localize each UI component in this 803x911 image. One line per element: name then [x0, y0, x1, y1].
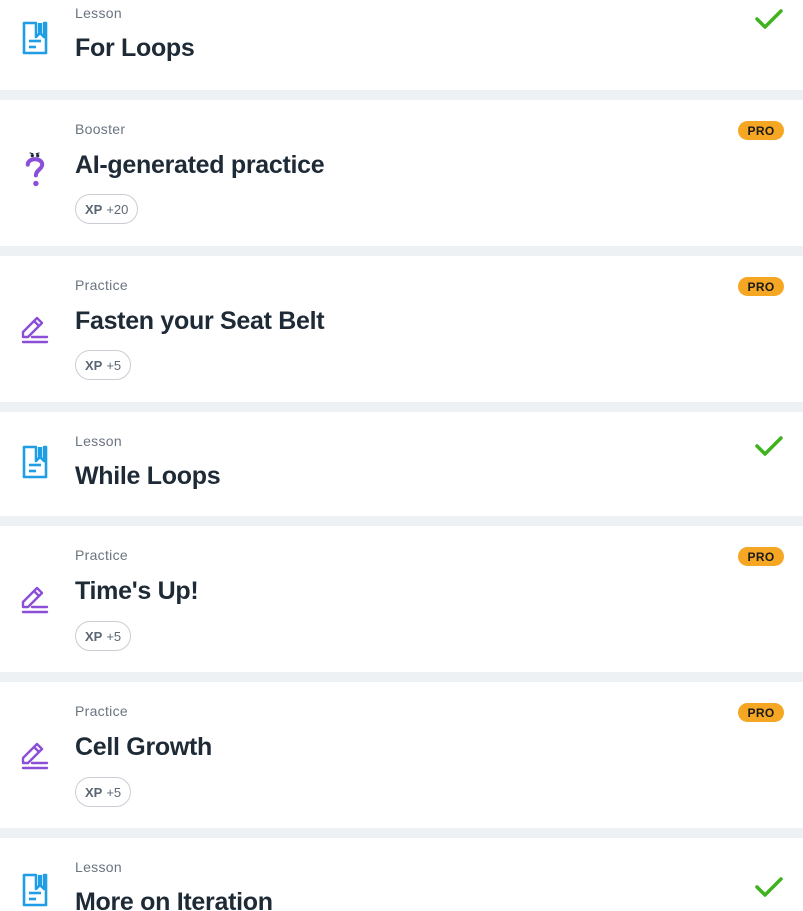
item-title: For Loops — [75, 34, 195, 62]
xp-badge: XP +20 — [75, 194, 139, 224]
pro-badge: PRO — [738, 703, 784, 722]
lesson-doc-icon — [22, 21, 48, 55]
xp-badge: XP +5 — [75, 350, 132, 380]
item-type-label: Lesson — [75, 5, 122, 21]
list-item-fasten-your-seat-belt[interactable]: Practice Fasten your Seat Belt XP +5 PRO — [0, 256, 803, 402]
check-icon — [755, 9, 783, 29]
list-item-more-on-iteration[interactable]: Lesson More on Iteration — [0, 838, 803, 911]
item-type-label: Practice — [75, 277, 128, 293]
item-type-label: Practice — [75, 703, 128, 719]
xp-amount: +5 — [106, 357, 122, 373]
xp-amount: +5 — [106, 784, 122, 800]
item-type-label: Practice — [75, 547, 128, 563]
pencil-icon — [21, 742, 49, 770]
xp-label: XP — [85, 628, 103, 644]
xp-badge: XP +5 — [75, 777, 132, 807]
item-title: Cell Growth — [75, 733, 212, 761]
item-type-label: Booster — [75, 121, 126, 137]
check-icon — [755, 877, 783, 897]
xp-amount: +20 — [106, 201, 129, 217]
pro-badge: PRO — [738, 121, 784, 140]
list-item-times-up[interactable]: Practice Time's Up! XP +5 PRO — [0, 526, 803, 672]
item-title: Fasten your Seat Belt — [75, 307, 325, 335]
item-type-label: Lesson — [75, 433, 122, 449]
lesson-doc-icon — [22, 445, 48, 479]
xp-label: XP — [85, 201, 103, 217]
item-title: Time's Up! — [75, 577, 199, 605]
item-title: More on Iteration — [75, 888, 273, 911]
list-item-ai-generated-practice[interactable]: Booster AI-generated practice XP +20 PRO — [0, 100, 803, 246]
pencil-icon — [21, 316, 49, 344]
lesson-doc-icon — [22, 873, 48, 907]
xp-label: XP — [85, 357, 103, 373]
question-mark-icon — [25, 152, 45, 187]
xp-badge: XP +5 — [75, 621, 132, 651]
xp-label: XP — [85, 784, 103, 800]
list-item-for-loops[interactable]: Lesson For Loops — [0, 0, 803, 90]
item-title: AI-generated practice — [75, 151, 325, 179]
list-item-while-loops[interactable]: Lesson While Loops — [0, 412, 803, 516]
check-icon — [755, 436, 783, 456]
item-type-label: Lesson — [75, 859, 122, 875]
pencil-icon — [21, 586, 49, 614]
list-item-cell-growth[interactable]: Practice Cell Growth XP +5 PRO — [0, 682, 803, 828]
pro-badge: PRO — [738, 277, 784, 296]
item-title: While Loops — [75, 462, 221, 490]
xp-amount: +5 — [106, 628, 122, 644]
pro-badge: PRO — [738, 547, 784, 566]
